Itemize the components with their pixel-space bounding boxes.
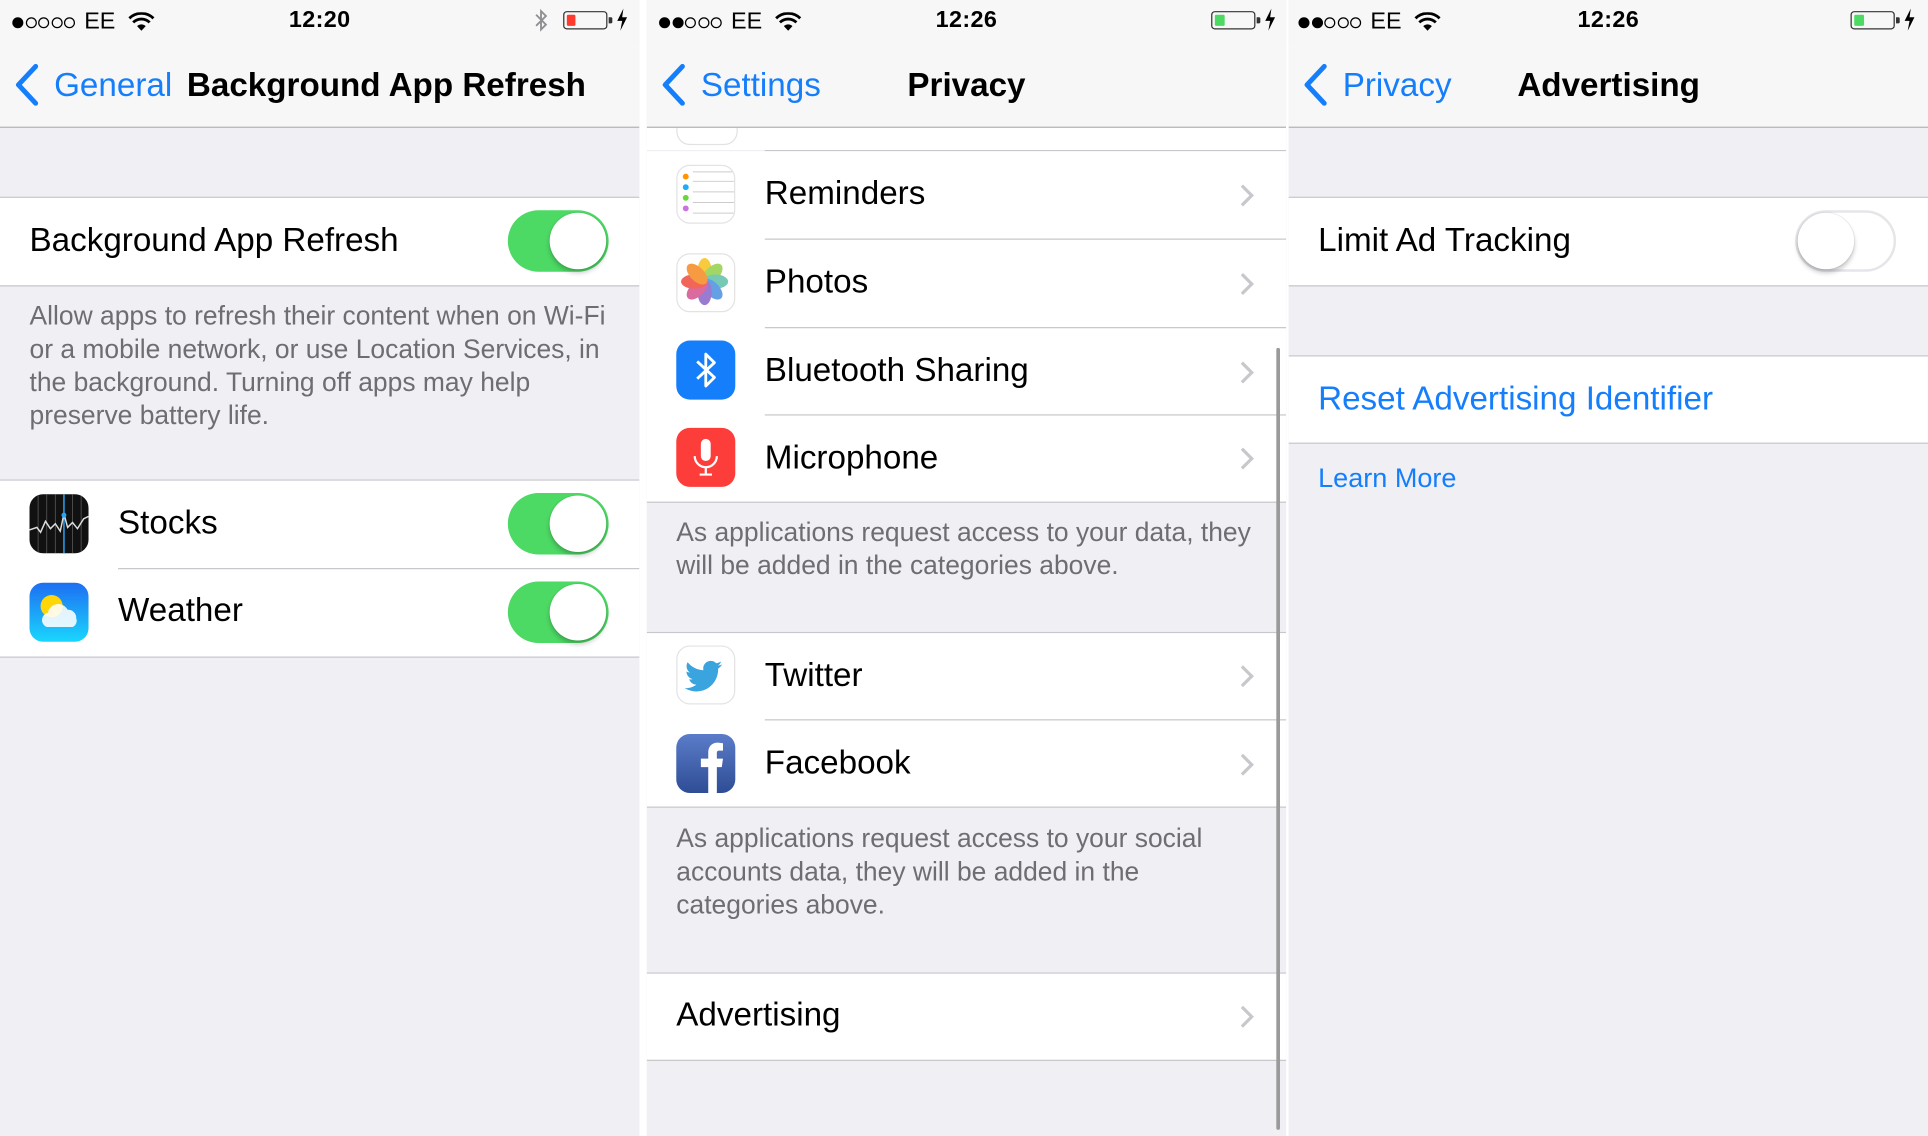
photos-icon	[676, 253, 736, 313]
social-access-description: As applications request access to your s…	[676, 823, 1203, 920]
status-bar: EE 12:26	[646, 0, 1287, 42]
privacy-row-photos[interactable]: Photos	[647, 240, 1286, 327]
privacy-row-bluetooth-sharing[interactable]: Bluetooth Sharing	[647, 328, 1286, 415]
bluetooth-status-icon	[535, 8, 548, 32]
back-label: Privacy	[1342, 65, 1452, 103]
chevron-right-icon	[1240, 361, 1254, 384]
charging-icon	[617, 8, 628, 31]
row-label: Twitter	[764, 656, 863, 694]
charging-icon	[1265, 8, 1276, 31]
status-time: 12:26	[1577, 7, 1640, 34]
scrollbar[interactable]	[1276, 347, 1281, 1130]
page-title: Privacy	[907, 66, 1026, 104]
limit-ad-tracking-label: Limit Ad Tracking	[1318, 221, 1571, 259]
panel-privacy: EE 12:26 Reminders Photos Bluetooth Shar…	[646, 0, 1287, 1136]
advertising-row[interactable]: Advertising	[646, 973, 1287, 1060]
navigation-bar: General Background App Refresh	[0, 41, 640, 128]
data-access-description: As applications request access to your d…	[676, 517, 1251, 581]
weather-switch[interactable]	[507, 581, 609, 643]
separator	[118, 568, 640, 570]
battery-icon	[1211, 11, 1261, 30]
battery-level	[566, 14, 576, 26]
back-label: General	[54, 65, 173, 103]
chevron-right-icon	[1240, 273, 1254, 295]
battery-level	[1214, 14, 1225, 26]
status-bar: EE 12:20	[0, 0, 640, 42]
partial-row	[646, 90, 1287, 150]
row-label: Bluetooth Sharing	[764, 351, 1029, 389]
weather-icon	[29, 582, 89, 642]
separator	[1288, 442, 1928, 444]
chevron-right-icon	[1240, 1005, 1254, 1028]
row-label: Facebook	[764, 743, 911, 781]
privacy-row-microphone[interactable]: Microphone	[647, 416, 1286, 502]
reset-identifier-row: Reset Advertising Identifier	[1288, 356, 1928, 443]
app-list: Stocks Weather	[0, 480, 640, 657]
page-title: Advertising	[1517, 66, 1700, 104]
panel-advertising: EE 12:26 Privacy Advertising Limit Ad Tr…	[1288, 0, 1928, 1136]
privacy-data-list: Reminders Photos Bluetooth Sharing Micro…	[646, 151, 1287, 502]
app-name: Stocks	[118, 504, 218, 541]
battery-icon	[563, 11, 613, 30]
row-label: Advertising	[676, 995, 841, 1033]
panel-background-app-refresh: EE 12:20 General Background App Refresh …	[0, 0, 640, 1136]
reset-advertising-identifier-button[interactable]: Reset Advertising Identifier	[1318, 380, 1713, 418]
background-refresh-description: Allow apps to refresh their content when…	[29, 301, 606, 431]
facebook-icon	[676, 733, 736, 793]
limit-ad-tracking-switch[interactable]	[1795, 210, 1897, 272]
separator	[646, 1059, 1287, 1062]
separator	[0, 656, 640, 658]
back-button[interactable]: General	[15, 42, 172, 128]
row-label: Photos	[764, 263, 869, 300]
battery-level	[1854, 14, 1865, 26]
reminders-icon	[676, 164, 736, 224]
privacy-social-list: Twitter Facebook	[646, 633, 1287, 807]
screenshot-collage: EE 12:20 General Background App Refresh …	[0, 0, 1928, 1136]
stocks-switch[interactable]	[507, 493, 609, 555]
bluetooth-icon	[676, 340, 736, 400]
privacy-row-twitter[interactable]: Twitter	[647, 633, 1286, 720]
background-refresh-switch[interactable]	[507, 210, 609, 272]
page-title: Background App Refresh	[186, 66, 586, 104]
privacy-row-reminders[interactable]: Reminders	[647, 151, 1286, 238]
app-name: Weather	[118, 591, 243, 629]
learn-more-link[interactable]: Learn More	[1318, 462, 1456, 494]
back-button[interactable]: Privacy	[1303, 42, 1452, 128]
chevron-right-icon	[1240, 753, 1254, 776]
microphone-icon	[676, 427, 736, 487]
charging-icon	[1904, 8, 1915, 31]
navigation-bar: Privacy Advertising	[1288, 41, 1928, 128]
limit-ad-tracking-row: Limit Ad Tracking	[1288, 197, 1928, 286]
separator	[0, 285, 640, 287]
separator	[1288, 285, 1928, 287]
stocks-icon	[29, 494, 89, 554]
separator	[646, 501, 1287, 503]
separator	[646, 806, 1287, 808]
background-refresh-label: Background App Refresh	[29, 221, 399, 259]
twitter-icon	[676, 645, 736, 705]
status-bar: EE 12:26	[1288, 0, 1928, 42]
row-label: Microphone	[764, 438, 939, 476]
chevron-right-icon	[1240, 447, 1254, 470]
privacy-row-facebook[interactable]: Facebook	[647, 720, 1286, 806]
chevron-right-icon	[1240, 184, 1254, 207]
chevron-left-icon	[15, 63, 39, 106]
status-time: 12:26	[935, 7, 998, 34]
chevron-right-icon	[1240, 665, 1254, 688]
battery-icon	[1850, 11, 1900, 30]
chevron-left-icon	[1304, 63, 1327, 106]
background-refresh-row: Background App Refresh	[0, 197, 640, 286]
row-label: Reminders	[764, 174, 926, 212]
navigation-bar: Settings Privacy	[646, 41, 1287, 128]
